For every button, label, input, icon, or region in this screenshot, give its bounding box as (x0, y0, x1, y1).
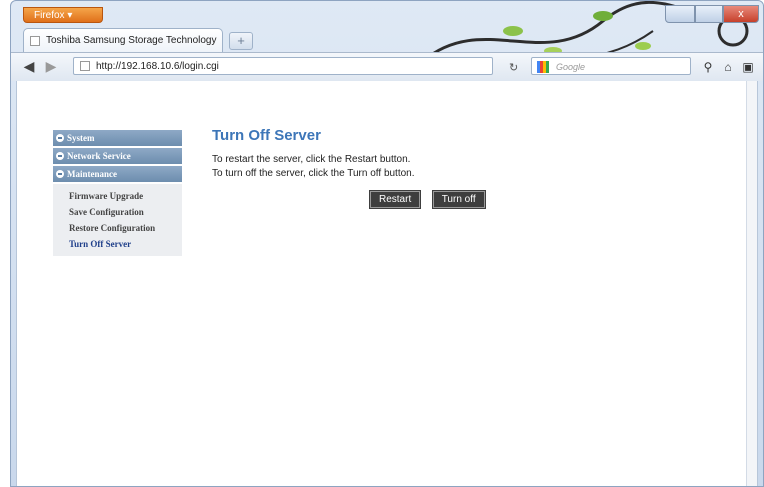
site-identity-icon (80, 61, 90, 71)
search-input[interactable]: Google (531, 57, 691, 75)
page-favicon-icon (30, 36, 40, 46)
page-content: System Network Service Maintenance Firmw… (16, 81, 758, 486)
restart-instruction: To restart the server, click the Restart… (212, 154, 411, 165)
sidebar-item-turn-off-server[interactable]: Turn Off Server (53, 236, 182, 252)
search-icon[interactable]: ⚲ (699, 59, 717, 77)
forward-arrow-icon[interactable]: ▶ (41, 57, 61, 77)
browser-tab[interactable]: Toshiba Samsung Storage Technology (23, 28, 223, 52)
address-bar[interactable]: http://192.168.10.6/login.cgi (73, 57, 493, 75)
collapse-icon (56, 170, 64, 178)
navigation-toolbar: ◀ ▶ http://192.168.10.6/login.cgi ↻ Goog… (11, 52, 763, 81)
restart-button[interactable]: Restart (370, 191, 421, 208)
close-window-button[interactable]: x (723, 5, 759, 23)
url-text: http://192.168.10.6/login.cgi (96, 61, 219, 72)
sidebar-item-save-configuration[interactable]: Save Configuration (53, 204, 182, 220)
vertical-scrollbar[interactable] (746, 81, 757, 486)
new-tab-button[interactable]: + (229, 32, 253, 50)
page-title: Turn Off Server (212, 127, 321, 144)
expand-icon (56, 152, 64, 160)
back-arrow-icon[interactable]: ◀ (19, 57, 39, 77)
sidebar-item-firmware-upgrade[interactable]: Firmware Upgrade (53, 188, 182, 204)
google-engine-icon (537, 61, 549, 73)
turn-off-button[interactable]: Turn off (432, 191, 485, 208)
reload-icon[interactable]: ↻ (509, 61, 518, 74)
bookmarks-icon[interactable]: ▣ (739, 59, 757, 77)
sidebar-section-network-service[interactable]: Network Service (53, 148, 182, 164)
maintenance-submenu: Firmware Upgrade Save Configuration Rest… (53, 184, 182, 256)
sidebar-item-restore-configuration[interactable]: Restore Configuration (53, 220, 182, 236)
tab-title: Toshiba Samsung Storage Technology (46, 35, 217, 46)
sidebar-menu: System Network Service Maintenance Firmw… (53, 130, 182, 256)
sidebar-section-maintenance[interactable]: Maintenance (53, 166, 182, 182)
maximize-button[interactable] (695, 5, 723, 23)
home-icon[interactable]: ⌂ (719, 59, 737, 77)
browser-window: Firefox ▾ x Toshiba Samsung Storage Tech… (10, 0, 764, 487)
sidebar-section-system[interactable]: System (53, 130, 182, 146)
firefox-menu-button[interactable]: Firefox ▾ (23, 7, 103, 23)
main-panel: Turn Off Server To restart the server, c… (212, 127, 632, 208)
action-buttons: Restart Turn off (370, 189, 493, 208)
expand-icon (56, 134, 64, 142)
turnoff-instruction: To turn off the server, click the Turn o… (212, 168, 415, 179)
minimize-button[interactable] (665, 5, 695, 23)
search-placeholder: Google (556, 62, 586, 72)
